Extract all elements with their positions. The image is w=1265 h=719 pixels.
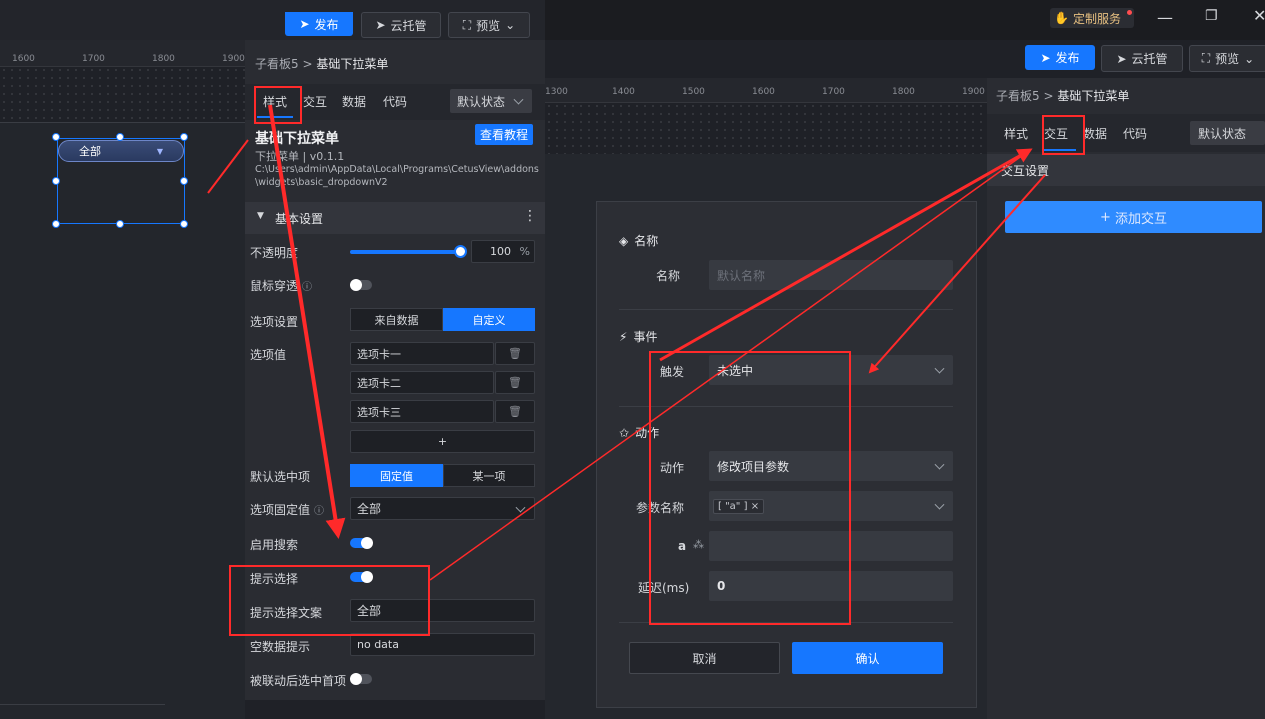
arrow-interaction-to-trigger bbox=[868, 174, 1046, 374]
annotation-arrows bbox=[207, 104, 1046, 581]
arrow-style-to-enable-search bbox=[268, 104, 346, 539]
arrow-hint-line bbox=[429, 149, 1031, 581]
arrow-to-style-tab bbox=[207, 139, 249, 194]
